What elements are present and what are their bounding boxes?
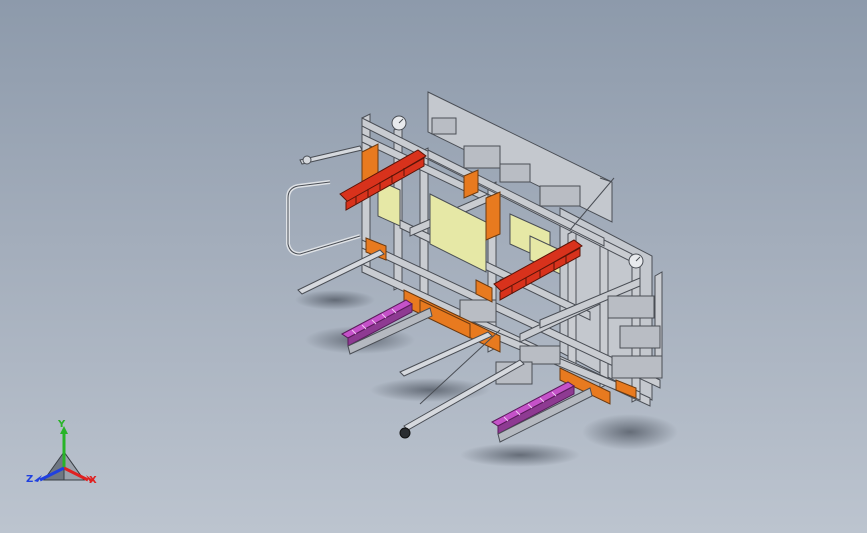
coordinate-triad: Y Z X bbox=[24, 418, 104, 494]
y-axis-label: Y bbox=[58, 419, 66, 430]
x-axis-label: X bbox=[89, 475, 97, 486]
machine-assembly-model[interactable] bbox=[0, 0, 867, 533]
z-axis-label: Z bbox=[26, 474, 34, 485]
graphics-viewport[interactable]: Y Z X bbox=[0, 0, 867, 533]
